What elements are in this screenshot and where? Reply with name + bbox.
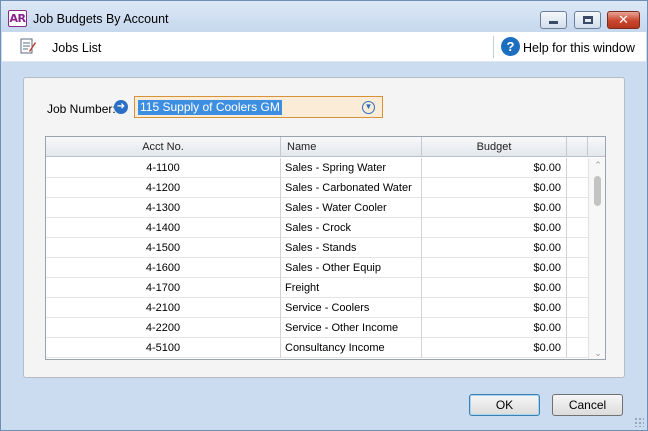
- blank-cell: [567, 218, 588, 238]
- content-panel: Job Number: ➜ 115 Supply of Coolers GM ▼…: [23, 77, 625, 378]
- table-row[interactable]: 4-1500 Sales - Stands $0.00: [46, 238, 588, 258]
- window-title: Job Budgets By Account: [33, 12, 169, 26]
- scroll-down-icon[interactable]: ⌄: [589, 346, 605, 359]
- dropdown-arrow-icon[interactable]: ▼: [362, 101, 375, 114]
- blank-cell: [567, 278, 588, 298]
- table-row[interactable]: 4-2100 Service - Coolers $0.00: [46, 298, 588, 318]
- name-cell: Service - Coolers: [281, 298, 422, 318]
- budget-cell[interactable]: $0.00: [422, 218, 567, 238]
- name-cell: Sales - Crock: [281, 218, 422, 238]
- job-budgets-window: AR Job Budgets By Account ✕ Jobs List ? …: [0, 0, 648, 431]
- acct-no-cell: 4-1400: [46, 218, 281, 238]
- table-header: Acct No. Name Budget: [46, 137, 605, 157]
- column-header-name[interactable]: Name: [281, 137, 422, 157]
- blank-cell: [567, 258, 588, 278]
- budget-table: Acct No. Name Budget 4-1100 Sales - Sprin…: [45, 136, 606, 360]
- blank-cell: [567, 338, 588, 358]
- minimize-icon: [549, 21, 558, 24]
- table-row[interactable]: 4-2200 Service - Other Income $0.00: [46, 318, 588, 338]
- acct-no-cell: 4-1500: [46, 238, 281, 258]
- acct-no-cell: 4-1700: [46, 278, 281, 298]
- name-cell: Sales - Carbonated Water: [281, 178, 422, 198]
- maximize-button[interactable]: [574, 11, 601, 29]
- acct-no-cell: 4-2200: [46, 318, 281, 338]
- scroll-thumb[interactable]: [594, 176, 601, 206]
- name-cell: Consultancy Income: [281, 338, 422, 358]
- minimize-button[interactable]: [540, 11, 567, 29]
- name-cell: Sales - Water Cooler: [281, 198, 422, 218]
- acct-no-cell: 4-1100: [46, 158, 281, 178]
- budget-cell[interactable]: $0.00: [422, 338, 567, 358]
- vertical-scrollbar[interactable]: ⌃ ⌄: [588, 158, 605, 359]
- budget-cell[interactable]: $0.00: [422, 318, 567, 338]
- budget-cell[interactable]: $0.00: [422, 238, 567, 258]
- cancel-button[interactable]: Cancel: [552, 394, 623, 416]
- column-header-scroll: [588, 137, 605, 157]
- table-row[interactable]: 4-1600 Sales - Other Equip $0.00: [46, 258, 588, 278]
- name-cell: Freight: [281, 278, 422, 298]
- table-row[interactable]: 4-1700 Freight $0.00: [46, 278, 588, 298]
- blank-cell: [567, 178, 588, 198]
- title-bar[interactable]: AR Job Budgets By Account ✕: [1, 1, 647, 32]
- name-cell: Sales - Stands: [281, 238, 422, 258]
- resize-grip[interactable]: [634, 417, 644, 427]
- name-cell: Sales - Other Equip: [281, 258, 422, 278]
- zoom-arrow-icon[interactable]: ➜: [114, 100, 128, 114]
- acct-no-cell: 4-1300: [46, 198, 281, 218]
- job-number-value[interactable]: 115 Supply of Coolers GM: [138, 100, 282, 115]
- help-link[interactable]: Help for this window: [523, 41, 635, 55]
- name-cell: Service - Other Income: [281, 318, 422, 338]
- acct-no-cell: 4-1200: [46, 178, 281, 198]
- maximize-icon: [583, 16, 593, 24]
- budget-cell[interactable]: $0.00: [422, 198, 567, 218]
- budget-cell[interactable]: $0.00: [422, 158, 567, 178]
- close-icon: ✕: [618, 12, 629, 27]
- scroll-up-icon[interactable]: ⌃: [589, 158, 605, 172]
- job-number-label: Job Number:: [47, 102, 116, 116]
- table-row[interactable]: 4-1100 Sales - Spring Water $0.00: [46, 158, 588, 178]
- blank-cell: [567, 198, 588, 218]
- budget-cell[interactable]: $0.00: [422, 278, 567, 298]
- ok-button[interactable]: OK: [469, 394, 540, 416]
- help-icon[interactable]: ?: [501, 37, 520, 56]
- close-button[interactable]: ✕: [607, 11, 640, 29]
- table-row[interactable]: 4-1400 Sales - Crock $0.00: [46, 218, 588, 238]
- jobs-list-icon[interactable]: [20, 37, 36, 55]
- column-header-acct-no[interactable]: Acct No.: [46, 137, 281, 157]
- blank-cell: [567, 318, 588, 338]
- toolbar-separator: [493, 36, 494, 58]
- acct-no-cell: 4-1600: [46, 258, 281, 278]
- blank-cell: [567, 298, 588, 318]
- app-ar-icon: AR: [8, 10, 27, 27]
- blank-cell: [567, 238, 588, 258]
- table-row[interactable]: 4-1200 Sales - Carbonated Water $0.00: [46, 178, 588, 198]
- table-body: 4-1100 Sales - Spring Water $0.00 4-1200 Sal…: [46, 158, 588, 358]
- column-header-blank: [567, 137, 588, 157]
- acct-no-cell: 4-5100: [46, 338, 281, 358]
- toolbar: Jobs List ? Help for this window: [2, 32, 646, 62]
- job-number-combobox[interactable]: 115 Supply of Coolers GM ▼: [134, 96, 383, 118]
- name-cell: Sales - Spring Water: [281, 158, 422, 178]
- budget-cell[interactable]: $0.00: [422, 178, 567, 198]
- acct-no-cell: 4-2100: [46, 298, 281, 318]
- blank-cell: [567, 158, 588, 178]
- table-row[interactable]: 4-1300 Sales - Water Cooler $0.00: [46, 198, 588, 218]
- budget-cell[interactable]: $0.00: [422, 258, 567, 278]
- column-header-budget[interactable]: Budget: [422, 137, 567, 157]
- budget-cell[interactable]: $0.00: [422, 298, 567, 318]
- table-row[interactable]: 4-5100 Consultancy Income $0.00: [46, 338, 588, 358]
- jobs-list-link[interactable]: Jobs List: [52, 41, 101, 55]
